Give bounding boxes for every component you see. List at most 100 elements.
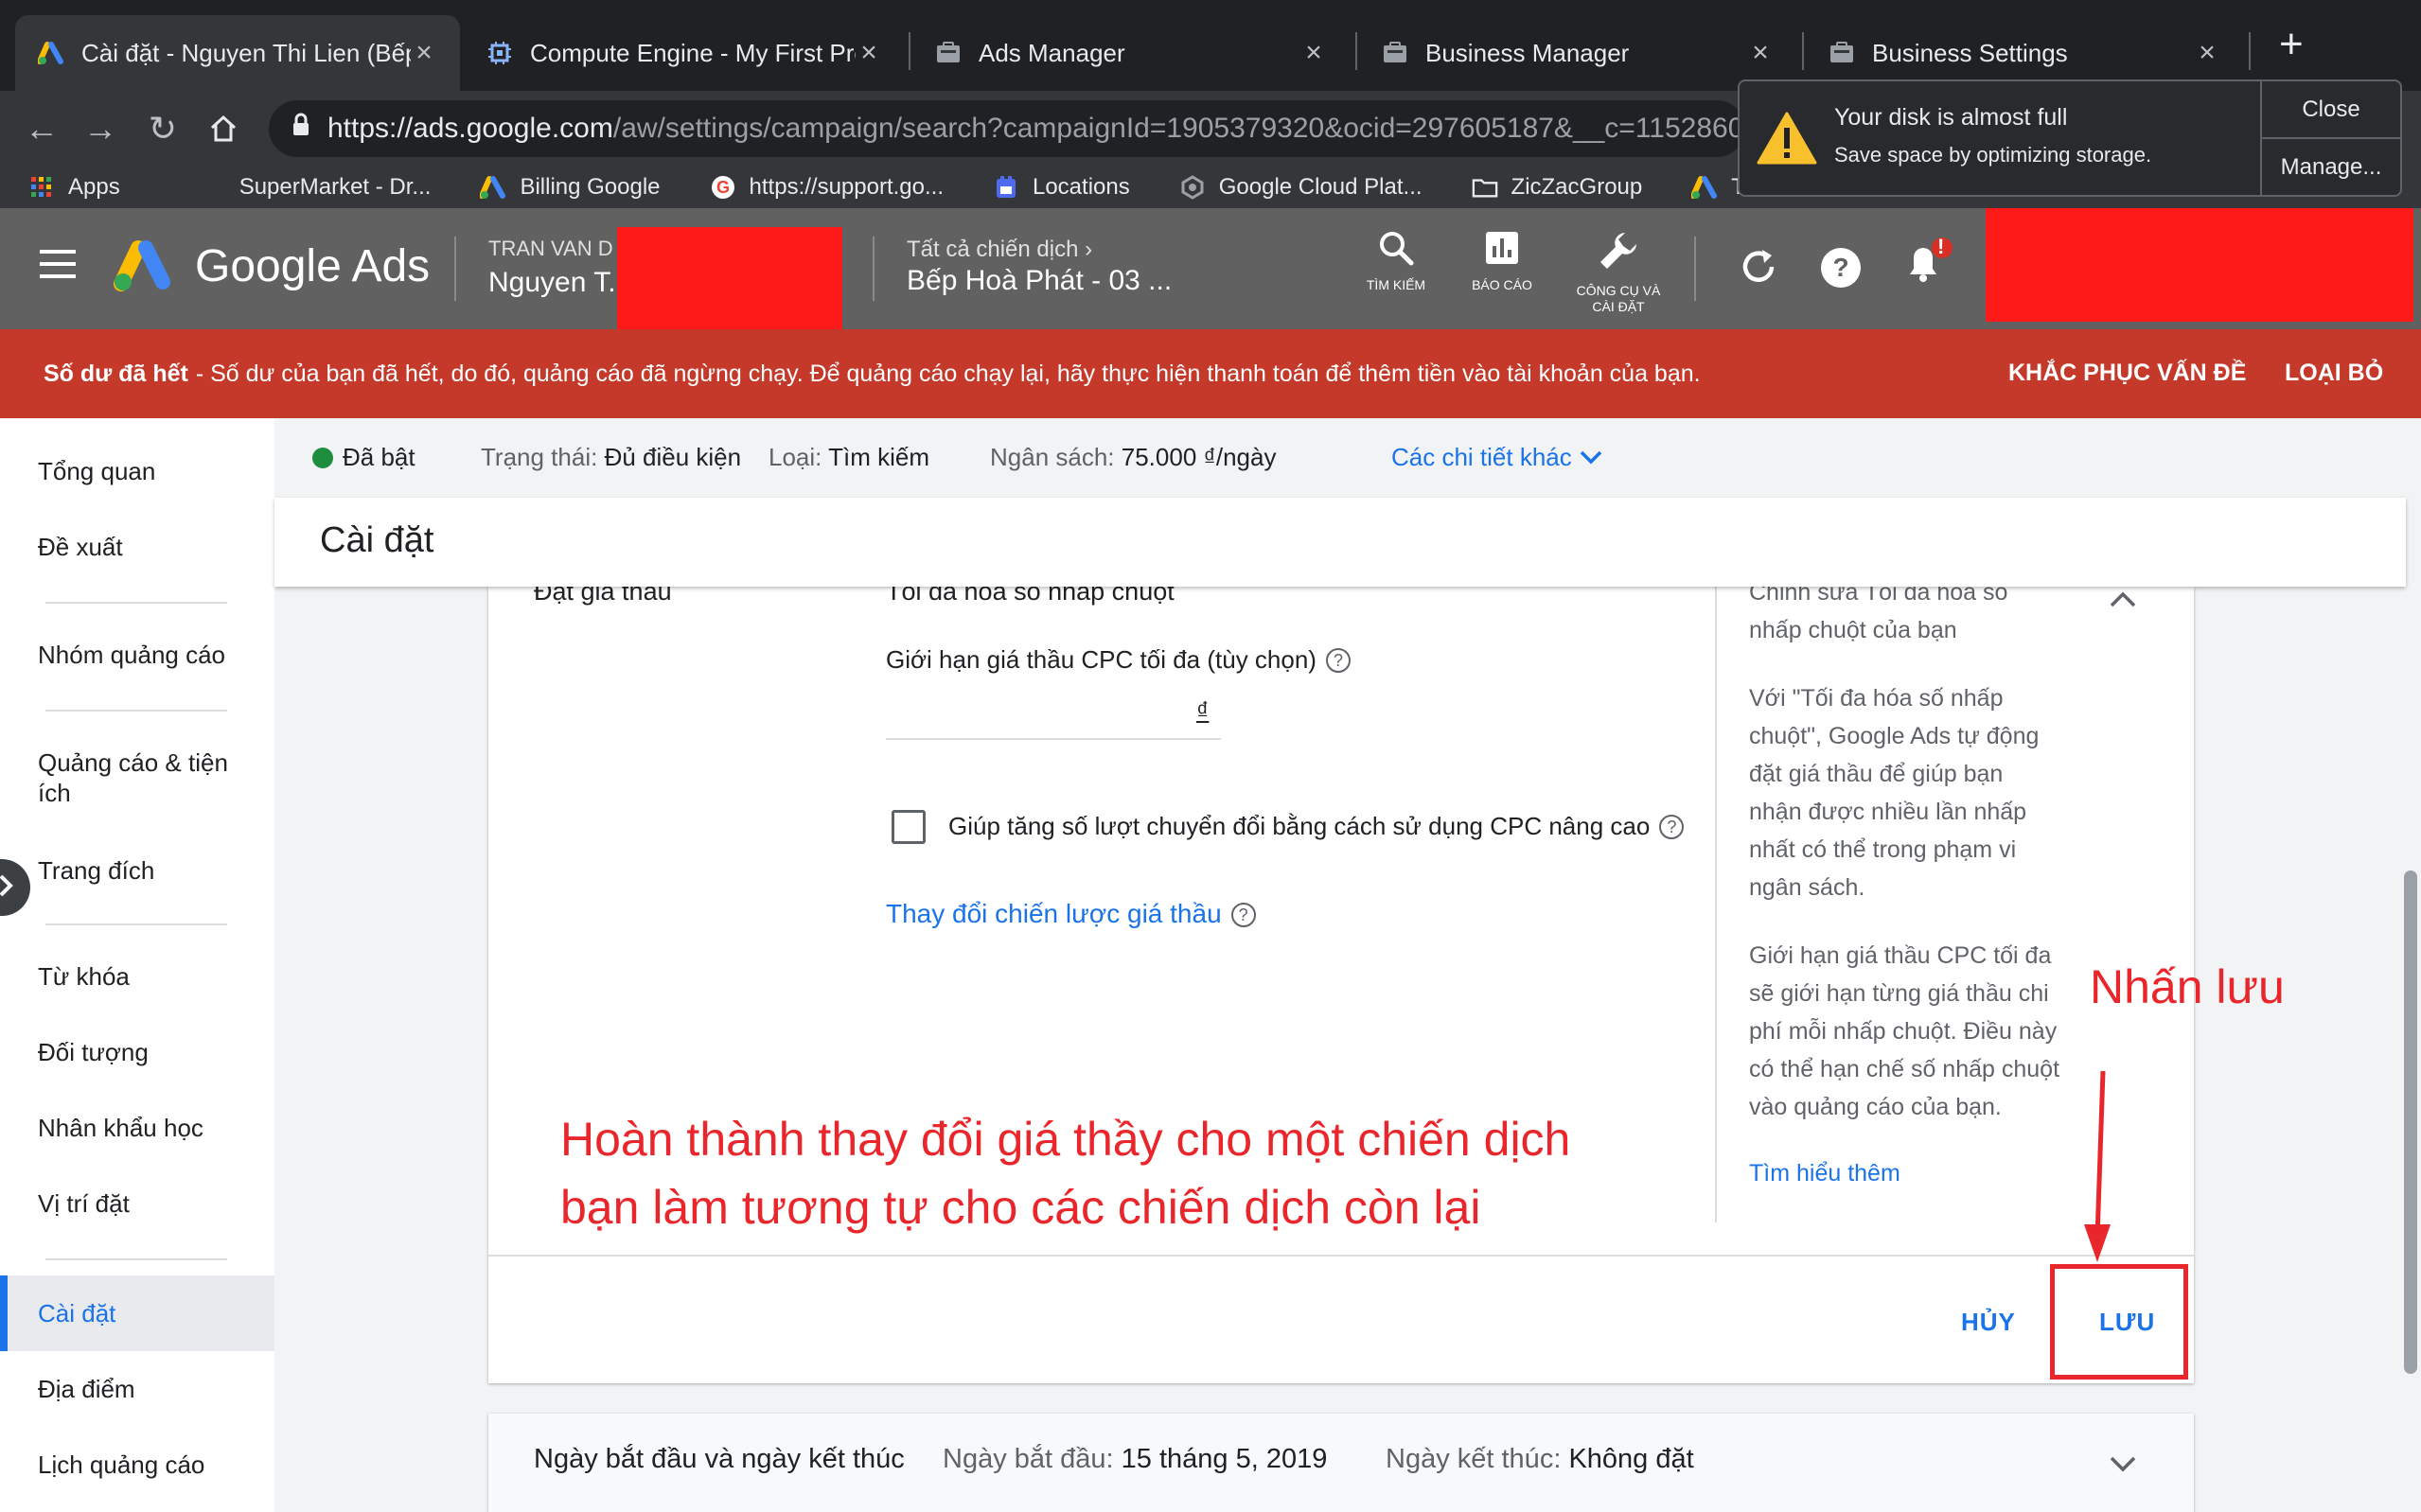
tab-title: Cài đặt - Nguyen Thi Lien (Bếp bbox=[81, 38, 411, 67]
sidebar-item-audiences[interactable]: Đối tượng bbox=[38, 1037, 149, 1067]
tools-settings-button[interactable]: CÔNG CỤ VÀ CÀI ĐẶT bbox=[1565, 229, 1671, 315]
banner-title: Số dư đã hết bbox=[44, 360, 188, 387]
notification-manage-button[interactable]: Manage... bbox=[2262, 137, 2400, 195]
bookmark-google-cloud[interactable]: Google Cloud Plat... bbox=[1179, 174, 1423, 201]
dismiss-button[interactable]: LOẠI BỎ bbox=[2285, 360, 2383, 387]
sidebar-item-ad-schedule[interactable]: Lịch quảng cáo bbox=[38, 1450, 204, 1480]
tool-label: TÌM KIẾM bbox=[1366, 277, 1426, 292]
forward-arrow-icon[interactable]: → bbox=[78, 106, 123, 151]
folder-icon bbox=[1472, 174, 1498, 201]
cancel-button[interactable]: HỦY bbox=[1961, 1308, 2016, 1337]
max-cpc-input[interactable] bbox=[886, 738, 1221, 740]
tab-compute-engine[interactable]: Compute Engine - My First Pro × bbox=[464, 15, 905, 91]
sidebar-item-demographics[interactable]: Nhân khẩu học bbox=[38, 1113, 203, 1143]
help-circle-icon[interactable]: ? bbox=[1659, 815, 1685, 839]
search-icon bbox=[1377, 232, 1415, 271]
help-circle-icon[interactable]: ? bbox=[1325, 648, 1351, 673]
sidebar-item-locations[interactable]: Địa điểm bbox=[38, 1374, 135, 1404]
bookmark-billing-google[interactable]: Billing Google bbox=[480, 174, 661, 201]
tab-business-manager[interactable]: Business Manager × bbox=[1359, 15, 1796, 91]
help-circle-icon[interactable]: ? bbox=[1230, 903, 1256, 927]
bookmark-apps[interactable]: Apps bbox=[28, 174, 120, 201]
reload-icon[interactable]: ↻ bbox=[140, 106, 186, 151]
campaign-breadcrumb[interactable]: Tất cả chiến dịch › bbox=[907, 237, 1092, 263]
sidebar-item-recommendations[interactable]: Đề xuất bbox=[38, 532, 123, 562]
help-text-line: ngân sách. bbox=[1749, 874, 1865, 901]
google-ads-icon bbox=[480, 174, 506, 201]
home-icon[interactable] bbox=[201, 106, 246, 151]
warning-icon bbox=[1740, 81, 1834, 195]
bookmark-ziczacgroup[interactable]: ZicZacGroup bbox=[1472, 174, 1642, 201]
sidebar-item-settings[interactable]: Cài đặt bbox=[38, 1298, 115, 1328]
tab-separator bbox=[909, 32, 910, 70]
sidebar-item-ads-extensions[interactable]: Quảng cáo & tiện ích bbox=[38, 747, 246, 808]
chevron-down-icon bbox=[1579, 443, 1603, 471]
help-text-line: Với "Tối đa hóa số nhấp bbox=[1749, 685, 2004, 712]
close-tab-icon[interactable]: × bbox=[856, 37, 882, 69]
tab-separator bbox=[2249, 32, 2251, 70]
enabled-status[interactable]: Đã bật bbox=[312, 443, 415, 472]
chevron-down-icon[interactable] bbox=[2109, 1451, 2137, 1483]
save-highlight-box bbox=[2050, 1264, 2188, 1380]
bookmark-supermarket[interactable]: SuperMarket - Dr... bbox=[239, 174, 432, 201]
google-g-icon: G bbox=[710, 174, 736, 201]
close-tab-icon[interactable]: × bbox=[1747, 37, 1774, 69]
chevron-up-icon[interactable] bbox=[2109, 589, 2137, 614]
help-text-line: nhất có thể trong phạm vi bbox=[1749, 836, 2017, 863]
sidebar-item-placements[interactable]: Vị trí đặt bbox=[38, 1188, 130, 1219]
lock-icon bbox=[292, 113, 310, 145]
notification-message: Save space by optimizing storage. bbox=[1834, 143, 2152, 167]
help-text-line: đặt giá thầu để giúp bạn bbox=[1749, 761, 2004, 787]
start-end-dates-card[interactable]: Ngày bắt đầu và ngày kết thúc Ngày bắt đ… bbox=[488, 1414, 2194, 1512]
tab-settings[interactable]: Cài đặt - Nguyen Thi Lien (Bếp × bbox=[15, 15, 460, 91]
url-host: https://ads.google.com bbox=[327, 113, 613, 144]
search-tool-button[interactable]: TÌM KIẾM bbox=[1344, 229, 1448, 293]
more-details-link[interactable]: Các chi tiết khác bbox=[1391, 443, 1603, 472]
enhanced-cpc-checkbox[interactable] bbox=[892, 810, 926, 844]
balance-depleted-banner: Số dư đã hết - Số dư của bạn đã hết, do … bbox=[0, 329, 2421, 418]
help-panel-heading: Chỉnh sửa Tối đa hóa số bbox=[1749, 587, 2008, 606]
bookmark-support[interactable]: G https://support.go... bbox=[710, 174, 944, 201]
back-arrow-icon[interactable]: ← bbox=[19, 106, 64, 151]
menu-icon[interactable] bbox=[40, 250, 76, 287]
change-bid-strategy-link[interactable]: Thay đổi chiến lược giá thầu? bbox=[886, 899, 1256, 929]
help-icon[interactable]: ? bbox=[1819, 246, 1863, 294]
close-tab-icon[interactable]: × bbox=[411, 37, 437, 69]
campaign-name[interactable]: Bếp Hoà Phát - 03 ... bbox=[907, 265, 1172, 297]
reports-tool-button[interactable]: BÁO CÁO bbox=[1450, 229, 1554, 293]
account-name[interactable]: Nguyen T. bbox=[488, 267, 616, 299]
bookmark-locations[interactable]: Locations bbox=[993, 174, 1130, 201]
svg-text:?: ? bbox=[1832, 253, 1848, 282]
notifications-bell-icon[interactable]: ! bbox=[1902, 235, 1955, 294]
business-manager-icon bbox=[1382, 40, 1408, 66]
sidebar-item-ad-groups[interactable]: Nhóm quảng cáo bbox=[38, 640, 225, 670]
bidding-settings-card: Đặt giá thầu Tối đa hoá số nhấp chuột Gi… bbox=[488, 587, 2194, 1383]
url-path: /aw/settings/campaign/search?campaignId=… bbox=[612, 113, 1744, 144]
tab-title: Business Settings bbox=[1872, 38, 2068, 67]
url-input[interactable]: https://ads.google.com/aw/settings/campa… bbox=[269, 100, 1745, 157]
fix-issue-button[interactable]: KHẮC PHỤC VẤN ĐỀ bbox=[2008, 360, 2246, 387]
close-tab-icon[interactable]: × bbox=[1300, 37, 1327, 69]
tab-title: Ads Manager bbox=[979, 38, 1125, 67]
refresh-icon[interactable] bbox=[1738, 246, 1779, 292]
dates-section-title: Ngày bắt đầu và ngày kết thúc bbox=[534, 1444, 905, 1474]
close-tab-icon[interactable]: × bbox=[2194, 37, 2220, 69]
sidebar-item-overview[interactable]: Tổng quan bbox=[38, 456, 155, 486]
help-text-line: nhấp chuột của bạn bbox=[1749, 617, 1957, 643]
new-tab-icon[interactable]: + bbox=[2279, 21, 2304, 68]
redaction-box bbox=[617, 227, 842, 343]
notification-close-button[interactable]: Close bbox=[2262, 81, 2400, 137]
status-dot bbox=[312, 448, 333, 468]
notification-badge: ! bbox=[1937, 235, 1945, 258]
page-scrollbar[interactable] bbox=[2404, 870, 2417, 1374]
save-hint-annotation: Nhấn lưu bbox=[2090, 960, 2285, 1013]
learn-more-link[interactable]: Tìm hiểu thêm bbox=[1749, 1154, 2090, 1192]
bookmark-label: Locations bbox=[1032, 174, 1130, 200]
tab-ads-manager[interactable]: Ads Manager × bbox=[912, 15, 1350, 91]
header-divider bbox=[873, 237, 875, 301]
bookmark-label: Billing Google bbox=[520, 174, 661, 200]
sidebar-divider bbox=[45, 1258, 227, 1260]
help-text-line: có thể hạn chế số nhấp chuột bbox=[1749, 1056, 2060, 1082]
sidebar-item-landing-pages[interactable]: Trang đích bbox=[38, 855, 154, 886]
sidebar-item-keywords[interactable]: Từ khóa bbox=[38, 961, 130, 992]
